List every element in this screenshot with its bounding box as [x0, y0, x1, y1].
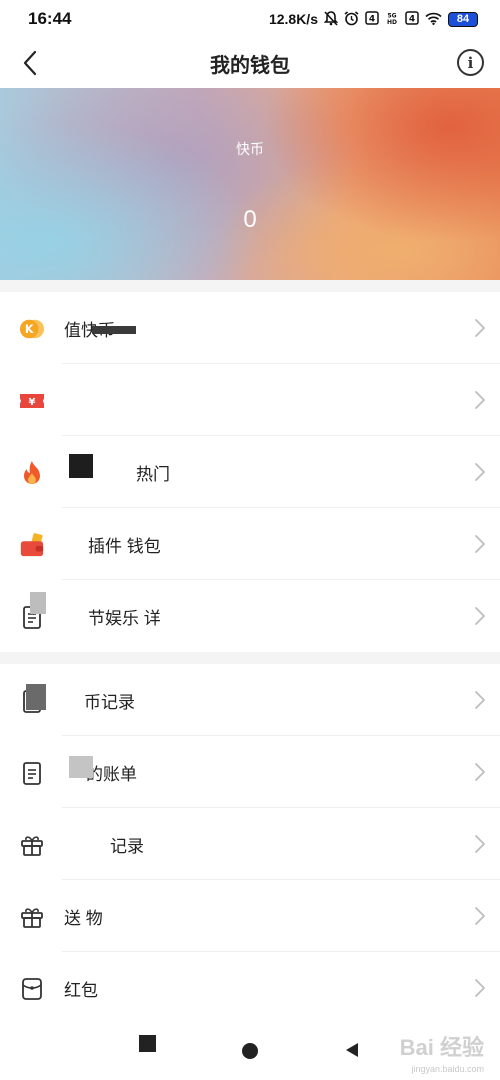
chevron-right-icon [475, 979, 485, 997]
chevron-right-icon [475, 463, 485, 481]
svg-text:4: 4 [369, 15, 375, 25]
red-packet-icon [19, 976, 45, 1002]
list-item-label: 记录 [110, 836, 144, 856]
status-bar: 16:44 12.8K/s 4 5G HD 4 84 [0, 0, 500, 38]
page-title: 我的钱包 [210, 54, 290, 77]
redaction-mosaic [69, 454, 93, 478]
list-item-label: 的账单 [86, 764, 137, 784]
redaction-mosaic [26, 684, 46, 710]
gift-icon [19, 904, 45, 930]
chevron-left-icon[interactable] [14, 46, 46, 80]
alarm-icon [344, 10, 359, 28]
redaction-mosaic [69, 756, 93, 778]
redaction-mosaic [30, 592, 46, 614]
5g-hd-icon: 5G HD [385, 11, 399, 27]
section-gap [0, 280, 500, 292]
chevron-right-icon [475, 763, 485, 781]
info-icon[interactable]: i [457, 49, 484, 76]
system-nav-bar: Bai 经验 jingyan.baidu.com [0, 1020, 500, 1080]
list-item-bill[interactable]: 的账单 [0, 736, 500, 808]
battery-indicator: 84 [448, 11, 478, 27]
watermark-url: jingyan.baidu.com [411, 1064, 484, 1074]
sim-4g-icon-2: 4 [405, 11, 419, 27]
mute-bell-icon [323, 10, 339, 28]
status-icons: 12.8K/s 4 5G HD 4 84 [268, 10, 478, 28]
home-button[interactable] [242, 1043, 258, 1059]
list-item-coupon[interactable]: ¥ [0, 364, 500, 436]
balance-banner: 快币 0 [0, 88, 500, 280]
svg-text:4: 4 [409, 15, 415, 25]
svg-text:¥: ¥ [29, 397, 36, 408]
list-item-label: 热门 [136, 464, 170, 484]
gift-icon [19, 832, 45, 858]
list-item-label: 插件 钱包 [88, 536, 161, 556]
status-time: 16:44 [28, 9, 72, 28]
list-item-hot[interactable]: 热门 [0, 436, 500, 508]
list-item-send-gift[interactable]: 送 物 [0, 880, 500, 952]
list-item-red-packet[interactable]: 红包 [0, 952, 500, 1024]
balance-label: 快币 [236, 141, 264, 157]
watermark-text: Bai 经验 [399, 1035, 484, 1060]
section-gap [0, 652, 500, 664]
chevron-right-icon [475, 535, 485, 553]
list-item-festival[interactable]: 节娱乐 详 [0, 580, 500, 652]
svg-text:HD: HD [387, 19, 397, 25]
fire-icon [19, 460, 45, 486]
chevron-right-icon [475, 691, 485, 709]
wifi-icon [425, 12, 442, 27]
list-item-label: 节娱乐 详 [88, 608, 161, 628]
chevron-right-icon [475, 907, 485, 925]
svg-text:K: K [25, 323, 34, 336]
baidu-jingyan-watermark: Bai 经验 jingyan.baidu.com [399, 1030, 484, 1074]
bill-icon [19, 760, 45, 786]
redaction-mosaic [92, 326, 136, 334]
chevron-right-icon [475, 391, 485, 409]
kuaibi-coin-icon: K [19, 316, 45, 342]
list-item-label: 币记录 [84, 692, 135, 712]
network-speed: 12.8K/s [268, 11, 318, 27]
recent-apps-button[interactable] [139, 1035, 156, 1052]
list-item-wallet[interactable]: 插件 钱包 [0, 508, 500, 580]
list-item-gift-record[interactable]: 记录 [0, 808, 500, 880]
sim-4g-icon: 4 [365, 11, 379, 27]
ticket-icon: ¥ [19, 388, 45, 414]
list-item-label: 送 物 [64, 908, 103, 928]
chevron-right-icon [475, 607, 485, 625]
balance-value: 0 [243, 206, 257, 233]
list-item-label: 红包 [64, 980, 98, 1000]
list-item-coin-record[interactable]: 币记录 [0, 664, 500, 736]
chevron-right-icon [475, 319, 485, 337]
back-button[interactable] [346, 1043, 358, 1057]
wallet-icon [19, 532, 45, 558]
list-item-recharge[interactable]: K 值快币 [0, 292, 500, 364]
chevron-right-icon [475, 835, 485, 853]
nav-bar: 我的钱包 i [0, 38, 500, 88]
